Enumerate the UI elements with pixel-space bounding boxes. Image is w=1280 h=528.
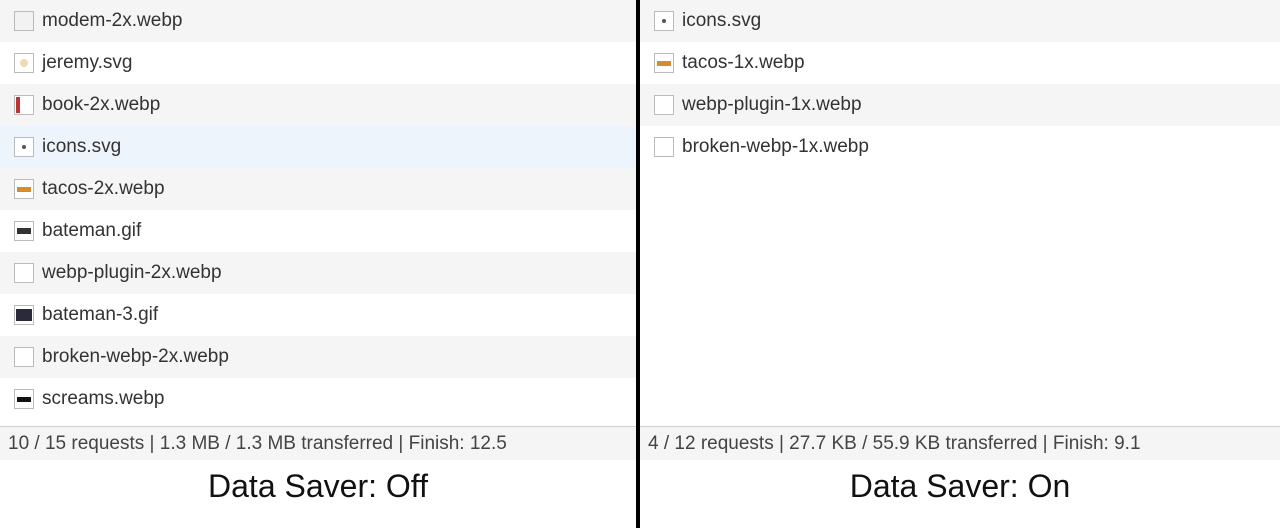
file-thumbnail-icon bbox=[14, 389, 34, 409]
file-row[interactable]: screams.webp bbox=[0, 378, 636, 420]
file-row[interactable]: bateman.gif bbox=[0, 210, 636, 252]
status-bar-left: 10 / 15 requests | 1.3 MB / 1.3 MB trans… bbox=[0, 426, 636, 460]
file-name: webp-plugin-2x.webp bbox=[42, 262, 222, 284]
file-name: screams.webp bbox=[42, 388, 165, 410]
file-row[interactable]: book-2x.webp bbox=[0, 84, 636, 126]
file-thumbnail-icon bbox=[14, 53, 34, 73]
file-name: icons.svg bbox=[682, 10, 761, 32]
file-name: broken-webp-1x.webp bbox=[682, 136, 869, 158]
panel-data-saver-on: icons.svg tacos-1x.webp webp-plugin-1x.web… bbox=[640, 0, 1280, 528]
file-thumbnail-icon bbox=[14, 137, 34, 157]
file-thumbnail-icon bbox=[654, 137, 674, 157]
file-name: modem-2x.webp bbox=[42, 10, 182, 32]
status-bar-right: 4 / 12 requests | 27.7 KB / 55.9 KB tran… bbox=[640, 426, 1280, 460]
caption-left: Data Saver: Off bbox=[0, 460, 636, 528]
file-name: bateman.gif bbox=[42, 220, 141, 242]
comparison-container: modem-2x.webp jeremy.svg book-2x.webp icons… bbox=[0, 0, 1280, 528]
file-row[interactable]: jeremy.svg bbox=[0, 42, 636, 84]
file-name: book-2x.webp bbox=[42, 94, 160, 116]
file-row[interactable]: broken-webp-1x.webp bbox=[640, 126, 1280, 168]
file-thumbnail-icon bbox=[14, 95, 34, 115]
file-thumbnail-icon bbox=[14, 11, 34, 31]
file-list-left: modem-2x.webp jeremy.svg book-2x.webp icons… bbox=[0, 0, 636, 420]
file-row[interactable]: icons.svg bbox=[640, 0, 1280, 42]
file-name: webp-plugin-1x.webp bbox=[682, 94, 862, 116]
file-list-right: icons.svg tacos-1x.webp webp-plugin-1x.web… bbox=[640, 0, 1280, 168]
file-row[interactable]: tacos-2x.webp bbox=[0, 168, 636, 210]
file-row[interactable]: webp-plugin-2x.webp bbox=[0, 252, 636, 294]
file-row[interactable]: broken-webp-2x.webp bbox=[0, 336, 636, 378]
file-row[interactable]: icons.svg bbox=[0, 126, 636, 168]
file-thumbnail-icon bbox=[14, 221, 34, 241]
caption-right: Data Saver: On bbox=[640, 460, 1280, 528]
file-name: bateman-3.gif bbox=[42, 304, 158, 326]
file-thumbnail-icon bbox=[14, 263, 34, 283]
file-name: tacos-1x.webp bbox=[682, 52, 805, 74]
file-name: tacos-2x.webp bbox=[42, 178, 165, 200]
file-thumbnail-icon bbox=[14, 179, 34, 199]
file-name: icons.svg bbox=[42, 136, 121, 158]
file-row[interactable]: webp-plugin-1x.webp bbox=[640, 84, 1280, 126]
file-row[interactable]: bateman-3.gif bbox=[0, 294, 636, 336]
file-thumbnail-icon bbox=[14, 305, 34, 325]
file-name: jeremy.svg bbox=[42, 52, 132, 74]
empty-space bbox=[640, 168, 1280, 426]
file-thumbnail-icon bbox=[654, 53, 674, 73]
panel-data-saver-off: modem-2x.webp jeremy.svg book-2x.webp icons… bbox=[0, 0, 640, 528]
file-thumbnail-icon bbox=[14, 347, 34, 367]
file-thumbnail-icon bbox=[654, 11, 674, 31]
file-thumbnail-icon bbox=[654, 95, 674, 115]
file-row[interactable]: tacos-1x.webp bbox=[640, 42, 1280, 84]
file-name: broken-webp-2x.webp bbox=[42, 346, 229, 368]
file-row[interactable]: modem-2x.webp bbox=[0, 0, 636, 42]
